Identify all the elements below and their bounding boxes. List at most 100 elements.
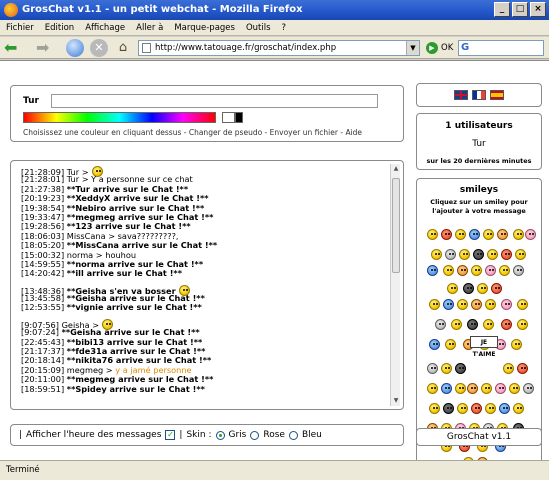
- smiley-icon[interactable]: [455, 229, 466, 240]
- smiley-icon[interactable]: [501, 319, 512, 330]
- smiley-icon[interactable]: [471, 403, 482, 414]
- scroll-up-icon[interactable]: ▲: [391, 164, 401, 174]
- chevron-down-icon[interactable]: ▼: [406, 41, 419, 55]
- smiley-icon[interactable]: [487, 249, 498, 260]
- skin-gris-radio[interactable]: [215, 430, 225, 440]
- smiley-icon[interactable]: [491, 283, 502, 294]
- smiley-icon[interactable]: [429, 403, 440, 414]
- reload-icon[interactable]: [66, 39, 84, 57]
- menu-item-marque-pages[interactable]: Marque-pages: [174, 20, 235, 35]
- menu-item-outils[interactable]: Outils: [246, 20, 271, 35]
- search-input[interactable]: G: [458, 40, 544, 56]
- color-picker[interactable]: [23, 112, 216, 123]
- smiley-icon[interactable]: [523, 383, 534, 394]
- smiley-icon[interactable]: [457, 403, 468, 414]
- smiley-icon[interactable]: [515, 249, 526, 260]
- smiley-icon[interactable]: [427, 265, 438, 276]
- smiley-icon[interactable]: [441, 383, 452, 394]
- smiley-icon[interactable]: [443, 403, 454, 414]
- smiley-icon[interactable]: [499, 403, 510, 414]
- close-icon[interactable]: ×: [530, 2, 546, 17]
- menu-item-affichage[interactable]: Affichage: [85, 20, 125, 35]
- smiley-icon[interactable]: [467, 383, 478, 394]
- skin-bleu-radio[interactable]: [288, 430, 298, 440]
- smiley-icon[interactable]: [429, 339, 440, 350]
- smiley-icon[interactable]: [443, 299, 454, 310]
- smiley-icon[interactable]: [517, 363, 528, 374]
- smiley-icon[interactable]: [503, 363, 514, 374]
- smiley-icon[interactable]: [427, 363, 438, 374]
- smiley-icon[interactable]: [525, 229, 536, 240]
- scroll-thumb[interactable]: [392, 178, 400, 273]
- smiley-icon[interactable]: [497, 229, 508, 240]
- smiley-icon[interactable]: [427, 229, 438, 240]
- home-icon[interactable]: ⌂: [114, 39, 132, 57]
- smiley-icon[interactable]: [517, 319, 528, 330]
- fr-flag-icon[interactable]: [472, 90, 486, 100]
- menu-item-edition[interactable]: Edition: [45, 20, 74, 35]
- maximize-icon[interactable]: □: [512, 2, 528, 17]
- back-arrow-icon[interactable]: ⬅: [4, 39, 17, 57]
- smiley-icon[interactable]: [513, 403, 524, 414]
- smiley-icon[interactable]: [517, 299, 528, 310]
- minimize-icon[interactable]: _: [494, 2, 510, 17]
- smiley-icon[interactable]: [499, 265, 510, 276]
- smiley-icon[interactable]: [501, 299, 512, 310]
- smiley-icon[interactable]: [459, 249, 470, 260]
- smiley-icon[interactable]: [513, 265, 524, 276]
- smiley-icon[interactable]: [429, 299, 440, 310]
- smiley-icon[interactable]: [457, 299, 468, 310]
- smiley-icon[interactable]: [457, 265, 468, 276]
- smiley-icon[interactable]: [441, 363, 452, 374]
- menu-item-aller-a[interactable]: Aller à: [136, 20, 163, 35]
- uk-flag-icon[interactable]: [454, 90, 468, 100]
- smiley-icon[interactable]: [483, 319, 494, 330]
- go-button[interactable]: OK: [441, 43, 453, 53]
- smiley-icon[interactable]: [513, 229, 524, 240]
- smiley-icon[interactable]: [511, 339, 522, 350]
- smiley-icon[interactable]: [495, 383, 506, 394]
- smiley-icon[interactable]: [467, 319, 478, 330]
- smiley-icon[interactable]: [427, 383, 438, 394]
- skin-rose-radio[interactable]: [250, 430, 260, 440]
- smiley-icon[interactable]: [485, 299, 496, 310]
- address-bar[interactable]: http://www.tatouage.fr/groschat/index.ph…: [138, 40, 420, 56]
- smiley-icon[interactable]: [469, 229, 480, 240]
- color-swatch-white[interactable]: [222, 112, 235, 123]
- stop-icon[interactable]: ✕: [90, 39, 108, 57]
- smiley-icon[interactable]: [473, 249, 484, 260]
- jetaime-smiley[interactable]: JE T'AIME: [470, 336, 498, 358]
- menu-item-help[interactable]: ?: [282, 20, 287, 35]
- smiley-icon[interactable]: [477, 283, 488, 294]
- smiley-icon[interactable]: [447, 283, 458, 294]
- smiley-icon[interactable]: [485, 403, 496, 414]
- smiley-icon[interactable]: [485, 265, 496, 276]
- smiley-icon[interactable]: [463, 283, 474, 294]
- smiley-icon[interactable]: [481, 383, 492, 394]
- menu-item-fichier[interactable]: Fichier: [6, 20, 34, 35]
- go-icon[interactable]: ▶: [426, 42, 438, 54]
- es-flag-icon[interactable]: [490, 90, 504, 100]
- smiley-icon[interactable]: [443, 265, 454, 276]
- smiley-icon[interactable]: [441, 229, 452, 240]
- smiley-icon[interactable]: [445, 249, 456, 260]
- scroll-down-icon[interactable]: ▼: [391, 396, 401, 406]
- smiley-icon[interactable]: [435, 319, 446, 330]
- smiley-icon[interactable]: [483, 229, 494, 240]
- smiley-icon[interactable]: [471, 265, 482, 276]
- user-list-item[interactable]: Tur: [417, 139, 541, 149]
- version-label: GrosChat v1.1: [446, 432, 512, 442]
- smiley-icon[interactable]: [501, 249, 512, 260]
- chat-scrollbar[interactable]: ▲ ▼: [390, 164, 400, 406]
- smiley-icon[interactable]: [509, 383, 520, 394]
- smiley-icon[interactable]: [455, 383, 466, 394]
- show-time-checkbox[interactable]: ✓: [165, 430, 176, 440]
- smiley-icon[interactable]: [455, 363, 466, 374]
- smiley-icon[interactable]: [471, 299, 482, 310]
- smiley-icon[interactable]: [451, 319, 462, 330]
- smiley-icon[interactable]: [431, 249, 442, 260]
- message-input[interactable]: [51, 94, 378, 108]
- color-swatch-black[interactable]: [235, 112, 243, 123]
- smiley-icon[interactable]: [445, 339, 456, 350]
- forward-arrow-icon[interactable]: ➡: [36, 39, 49, 57]
